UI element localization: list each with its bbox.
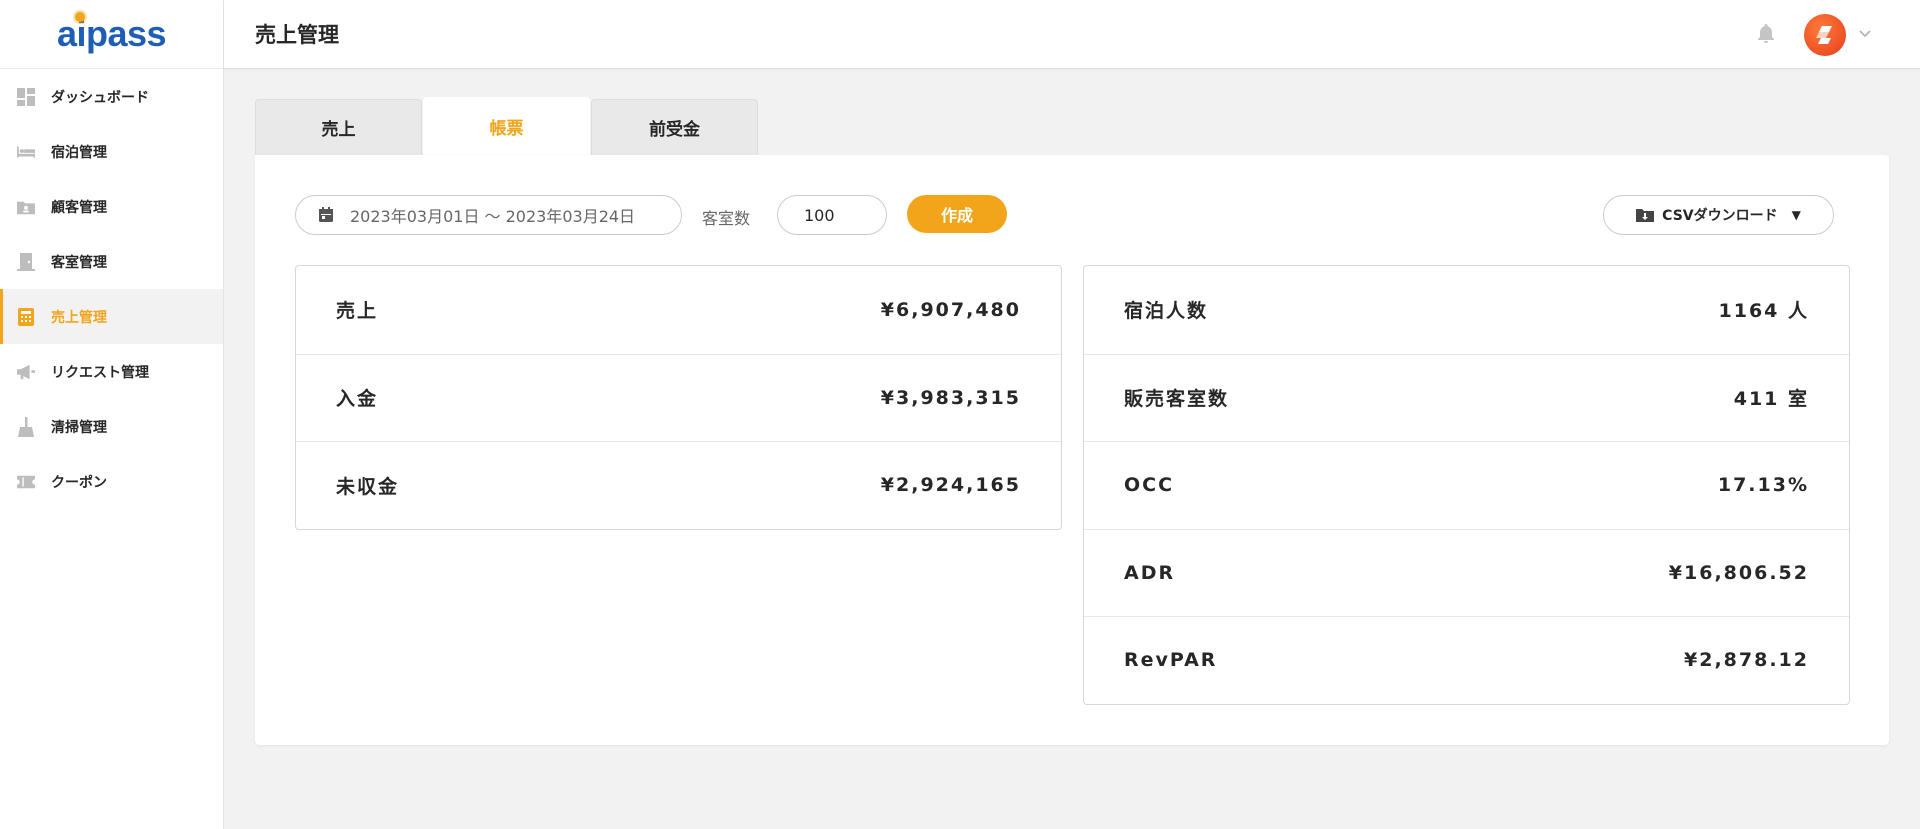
row-label: 売上 — [336, 300, 379, 323]
date-range-text: 2023年03月01日 ～ 2023年03月24日 — [350, 207, 636, 226]
sidebar-item-label: 顧客管理 — [51, 199, 107, 216]
row-label: 宿泊人数 — [1124, 300, 1209, 323]
chevron-down-icon[interactable] — [1856, 24, 1874, 42]
row-label: RevPAR — [1124, 649, 1218, 672]
customer-folder-icon — [17, 198, 35, 216]
date-range-picker[interactable]: 2023年03月01日 ～ 2023年03月24日 — [295, 195, 682, 235]
table-row: 未収金 ¥2,924,165 — [296, 441, 1061, 529]
door-icon — [17, 252, 35, 271]
occupancy-summary-table: 宿泊人数 1164 人 販売客室数 411 室 OCC 17.13% ADR ¥… — [1083, 265, 1850, 705]
page-title: 売上管理 — [255, 23, 339, 47]
row-value: 17.13% — [1717, 474, 1809, 497]
sidebar-item-stays[interactable]: 宿泊管理 — [0, 124, 223, 179]
row-value: ¥2,924,165 — [880, 474, 1021, 497]
sidebar-item-label: 清掃管理 — [51, 419, 107, 436]
row-value: 411 室 — [1733, 388, 1809, 411]
table-row: 宿泊人数 1164 人 — [1084, 266, 1849, 354]
report-tabs: 売上 帳票 前受金 — [255, 97, 759, 155]
megaphone-icon — [17, 363, 35, 381]
table-row: ADR ¥16,806.52 — [1084, 528, 1849, 617]
sidebar-item-dashboard[interactable]: ダッシュボード — [0, 69, 223, 124]
download-folder-icon — [1636, 206, 1655, 224]
row-label: 入金 — [336, 388, 379, 411]
user-avatar[interactable] — [1804, 14, 1846, 56]
sidebar-item-requests[interactable]: リクエスト管理 — [0, 344, 223, 399]
table-row: 売上 ¥6,907,480 — [296, 266, 1061, 354]
sidebar-item-label: リクエスト管理 — [51, 364, 149, 381]
calculator-icon — [17, 307, 35, 326]
row-label: ADR — [1124, 561, 1176, 584]
csv-download-button[interactable]: CSVダウンロード ▼ — [1603, 195, 1834, 235]
ticket-icon — [17, 473, 35, 491]
avatar-logo-icon — [1816, 26, 1832, 44]
logo-sun-icon — [75, 12, 85, 22]
sales-summary-table: 売上 ¥6,907,480 入金 ¥3,983,315 未収金 ¥2,924,1… — [295, 265, 1062, 530]
sidebar-item-label: 宿泊管理 — [51, 144, 107, 161]
table-row: 販売客室数 411 室 — [1084, 353, 1849, 442]
bed-icon — [17, 143, 35, 161]
tab-advance-payments[interactable]: 前受金 — [591, 99, 758, 155]
sidebar: aipass ダッシュボード 宿泊管理 顧客管理 客室管理 売上管理 リクエスト… — [0, 0, 224, 829]
sidebar-item-cleaning[interactable]: 清掃管理 — [0, 399, 223, 454]
sidebar-item-rooms[interactable]: 客室管理 — [0, 234, 223, 289]
sidebar-item-sales[interactable]: 売上管理 — [0, 289, 223, 344]
rooms-label: 客室数 — [702, 209, 751, 228]
tab-sales[interactable]: 売上 — [255, 99, 422, 155]
table-row: 入金 ¥3,983,315 — [296, 353, 1061, 442]
logo-text: aipass — [56, 13, 167, 54]
table-row: RevPAR ¥2,878.12 — [1084, 616, 1849, 704]
sidebar-item-label: 客室管理 — [51, 254, 107, 271]
sidebar-item-label: ダッシュボード — [51, 89, 149, 106]
bell-icon[interactable] — [1754, 22, 1778, 46]
top-header: 売上管理 — [224, 0, 1920, 69]
sidebar-item-label: 売上管理 — [51, 309, 107, 326]
row-value: ¥16,806.52 — [1668, 561, 1809, 584]
calendar-icon — [316, 205, 336, 225]
row-value: ¥6,907,480 — [880, 298, 1021, 321]
row-value: ¥2,878.12 — [1684, 649, 1809, 672]
sidebar-item-customers[interactable]: 顧客管理 — [0, 179, 223, 234]
caret-down-icon: ▼ — [1791, 208, 1801, 222]
csv-download-label: CSVダウンロード — [1662, 208, 1778, 224]
dashboard-icon — [17, 87, 35, 106]
sidebar-item-label: クーポン — [51, 474, 107, 491]
create-button[interactable]: 作成 — [907, 195, 1007, 233]
row-value: 1164 人 — [1718, 300, 1809, 323]
broom-icon — [17, 416, 35, 437]
sidebar-item-coupons[interactable]: クーポン — [0, 454, 223, 509]
rooms-input[interactable] — [777, 195, 887, 235]
row-value: ¥3,983,315 — [880, 386, 1021, 409]
row-label: OCC — [1124, 474, 1175, 497]
row-label: 未収金 — [336, 475, 400, 498]
report-card: 2023年03月01日 ～ 2023年03月24日 客室数 作成 CSVダウンロ… — [255, 155, 1889, 745]
tab-reports[interactable]: 帳票 — [423, 97, 590, 155]
sidebar-nav: ダッシュボード 宿泊管理 顧客管理 客室管理 売上管理 リクエスト管理 清掃管理… — [0, 69, 223, 509]
logo[interactable]: aipass — [0, 0, 223, 69]
table-row: OCC 17.13% — [1084, 441, 1849, 529]
row-label: 販売客室数 — [1124, 388, 1230, 411]
